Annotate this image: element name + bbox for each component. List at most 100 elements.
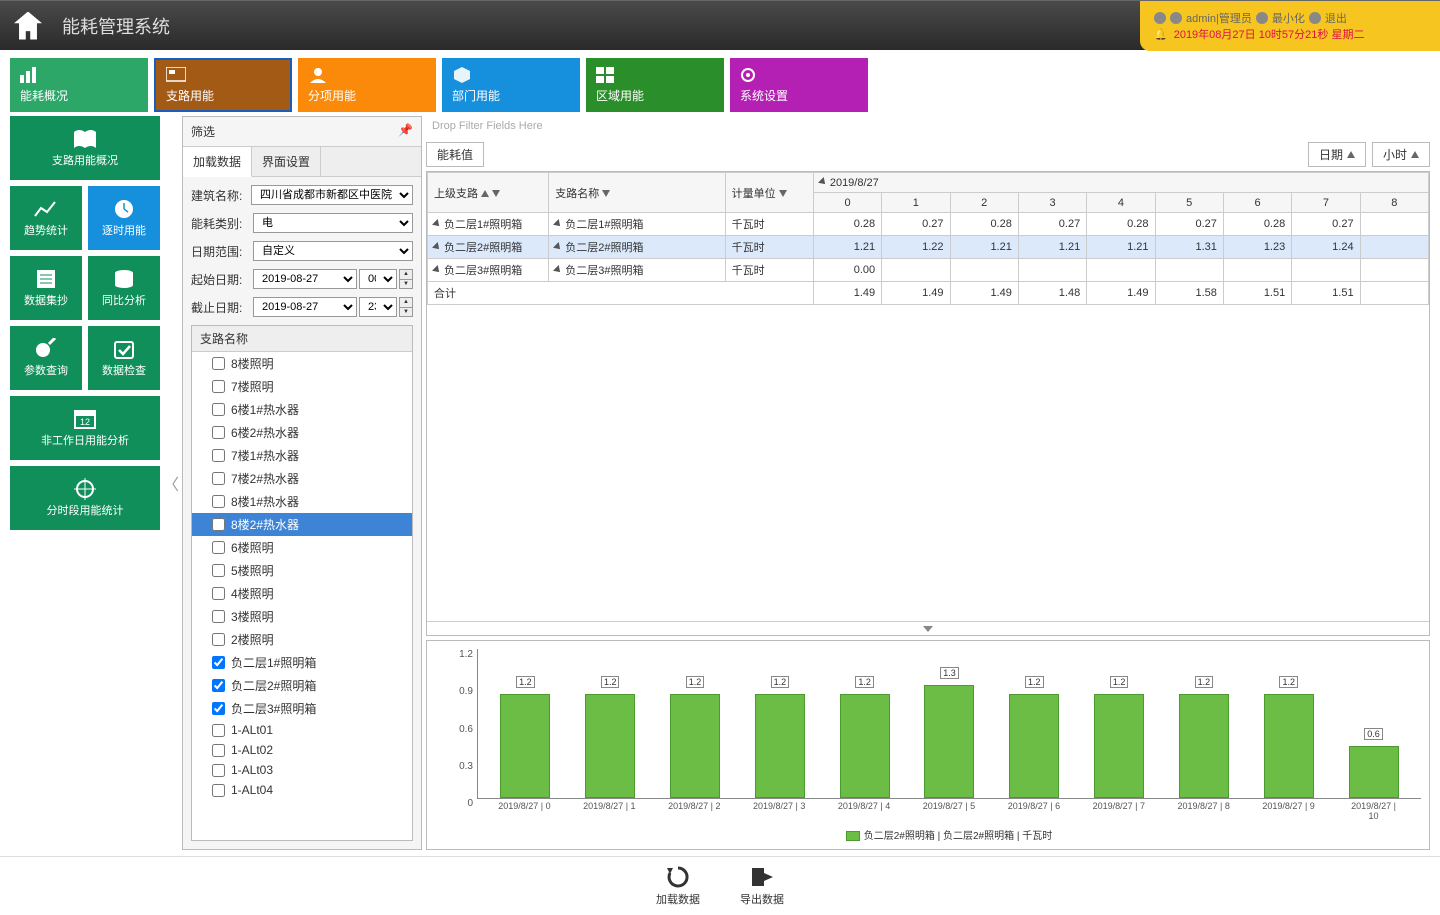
sidebar-datacheck[interactable]: 数据检查 <box>88 326 160 390</box>
end-hour-spinner[interactable]: ▲▼ <box>399 297 413 317</box>
list-item[interactable]: 7楼2#热水器 <box>192 467 412 490</box>
branch-checkbox[interactable] <box>212 403 225 416</box>
branch-checkbox[interactable] <box>212 426 225 439</box>
branch-checkbox[interactable] <box>212 472 225 485</box>
hour-field-box[interactable]: 小时 <box>1372 142 1430 167</box>
branch-checkbox[interactable] <box>212 784 225 797</box>
branch-checkbox[interactable] <box>212 518 225 531</box>
list-item[interactable]: 1-ALt04 <box>192 780 412 800</box>
chart-plot: 1.21.21.21.21.21.31.21.21.21.20.6 <box>477 649 1421 799</box>
list-item[interactable]: 5楼照明 <box>192 559 412 582</box>
list-item[interactable]: 4楼照明 <box>192 582 412 605</box>
branch-checkbox[interactable] <box>212 764 225 777</box>
nav-subitem-energy[interactable]: 分项用能 <box>298 58 436 112</box>
sidebar-trend[interactable]: 趋势统计 <box>10 186 82 250</box>
branch-checkbox[interactable] <box>212 744 225 757</box>
end-hour-input[interactable]: 23 <box>359 297 397 317</box>
branch-checkbox[interactable] <box>212 724 225 737</box>
filter-tabs: 加载数据 界面设置 <box>183 147 421 177</box>
content-area: Drop Filter Fields Here 能耗值 日期 小时 上级支路 支… <box>426 116 1430 850</box>
date-field-box[interactable]: 日期 <box>1308 142 1366 167</box>
list-item[interactable]: 8楼照明 <box>192 352 412 375</box>
branch-checkbox[interactable] <box>212 656 225 669</box>
trend-icon <box>33 198 59 220</box>
list-item[interactable]: 6楼1#热水器 <box>192 398 412 421</box>
minimize-icon[interactable] <box>1256 12 1268 24</box>
list-item[interactable]: 6楼照明 <box>192 536 412 559</box>
end-date-input[interactable]: 2019-08-27 <box>253 297 357 317</box>
branch-checkbox[interactable] <box>212 610 225 623</box>
nav-area-energy[interactable]: 区域用能 <box>586 58 724 112</box>
exit-icon[interactable] <box>1309 12 1321 24</box>
collapse-sidebar-icon[interactable]: 〈 <box>164 116 178 850</box>
grid-icon <box>596 67 616 83</box>
list-item[interactable]: 8楼1#热水器 <box>192 490 412 513</box>
branch-checkbox[interactable] <box>212 633 225 646</box>
sidebar-hourly[interactable]: 逐时用能 <box>88 186 160 250</box>
tab-ui-config[interactable]: 界面设置 <box>252 147 321 176</box>
clock-icon <box>111 198 137 220</box>
branch-checkbox[interactable] <box>212 702 225 715</box>
sidebar-branch-overview[interactable]: 支路用能概况 <box>10 116 160 180</box>
list-item[interactable]: 6楼2#热水器 <box>192 421 412 444</box>
branch-checkbox[interactable] <box>212 587 225 600</box>
target-icon <box>72 478 98 500</box>
minimize-label[interactable]: 最小化 <box>1272 10 1305 26</box>
list-item[interactable]: 1-ALt01 <box>192 720 412 740</box>
start-hour-spinner[interactable]: ▲▼ <box>399 269 413 289</box>
nav-dept-energy[interactable]: 部门用能 <box>442 58 580 112</box>
sidebar-yoy[interactable]: 同比分析 <box>88 256 160 320</box>
app-title: 能耗管理系统 <box>62 13 170 39</box>
branch-list-header: 支路名称 <box>192 326 412 352</box>
energy-type-select[interactable]: 电 <box>253 213 413 233</box>
start-date-input[interactable]: 2019-08-27 <box>253 269 357 289</box>
help-icon[interactable] <box>1154 12 1166 24</box>
branch-checkbox[interactable] <box>212 449 225 462</box>
sidebar-nonwork[interactable]: 12非工作日用能分析 <box>10 396 160 460</box>
nav-branch-energy[interactable]: 支路用能 <box>154 58 292 112</box>
reload-button[interactable]: 加载数据 <box>656 865 700 907</box>
sidebar-data-collect[interactable]: 数据集抄 <box>10 256 82 320</box>
start-hour-input[interactable]: 00 <box>359 269 397 289</box>
sidebar-period[interactable]: 分时段用能统计 <box>10 466 160 530</box>
building-select[interactable]: 四川省成都市新都区中医院 <box>251 185 413 205</box>
branch-list[interactable]: 支路名称 8楼照明7楼照明6楼1#热水器6楼2#热水器7楼1#热水器7楼2#热水… <box>191 325 413 841</box>
branch-checkbox[interactable] <box>212 357 225 370</box>
list-item[interactable]: 2楼照明 <box>192 628 412 651</box>
branch-checkbox[interactable] <box>212 541 225 554</box>
pivot-grid[interactable]: 上级支路 支路名称 计量单位 2019/8/27012345678负二层1#照明… <box>426 171 1430 636</box>
nav-settings[interactable]: 系统设置 <box>730 58 868 112</box>
list-item[interactable]: 7楼照明 <box>192 375 412 398</box>
date-range-label: 日期范围: <box>191 243 247 260</box>
drop-hint[interactable]: Drop Filter Fields Here <box>426 116 1430 138</box>
user-info-block: admin|管理员 最小化 退出 🔔 2019年08月27日 10时57分21秒… <box>1140 1 1440 51</box>
horiz-scroll-hint[interactable] <box>427 621 1429 635</box>
list-item[interactable]: 负二层1#照明箱 <box>192 651 412 674</box>
list-item[interactable]: 8楼2#热水器 <box>192 513 412 536</box>
tab-load-data[interactable]: 加载数据 <box>183 147 252 177</box>
filter-panel: 筛选📌 加载数据 界面设置 建筑名称:四川省成都市新都区中医院 能耗类别:电 日… <box>182 116 422 850</box>
pin-icon[interactable]: 📌 <box>398 123 413 140</box>
list-item[interactable]: 负二层2#照明箱 <box>192 674 412 697</box>
date-range-select[interactable]: 自定义 <box>253 241 413 261</box>
bottom-bar: 加载数据 导出数据 <box>0 856 1440 915</box>
sidebar-params[interactable]: 参数查询 <box>10 326 82 390</box>
list-item[interactable]: 7楼1#热水器 <box>192 444 412 467</box>
export-button[interactable]: 导出数据 <box>740 865 784 907</box>
list-item[interactable]: 1-ALt02 <box>192 740 412 760</box>
nav-overview[interactable]: 能耗概况 <box>10 58 148 112</box>
branch-checkbox[interactable] <box>212 679 225 692</box>
branch-checkbox[interactable] <box>212 495 225 508</box>
list-item[interactable]: 3楼照明 <box>192 605 412 628</box>
home-icon[interactable] <box>14 12 42 40</box>
board-icon <box>166 67 186 83</box>
bell-icon[interactable]: 🔔 <box>1154 28 1168 41</box>
list-item[interactable]: 负二层3#照明箱 <box>192 697 412 720</box>
branch-checkbox[interactable] <box>212 380 225 393</box>
branch-checkbox[interactable] <box>212 564 225 577</box>
left-sidebar: 支路用能概况 趋势统计 逐时用能 数据集抄 同比分析 参数查询 数据检查 12非… <box>10 116 160 850</box>
list-item[interactable]: 1-ALt03 <box>192 760 412 780</box>
cube-icon <box>452 67 472 83</box>
value-field-box[interactable]: 能耗值 <box>426 142 484 167</box>
exit-label[interactable]: 退出 <box>1325 10 1347 26</box>
